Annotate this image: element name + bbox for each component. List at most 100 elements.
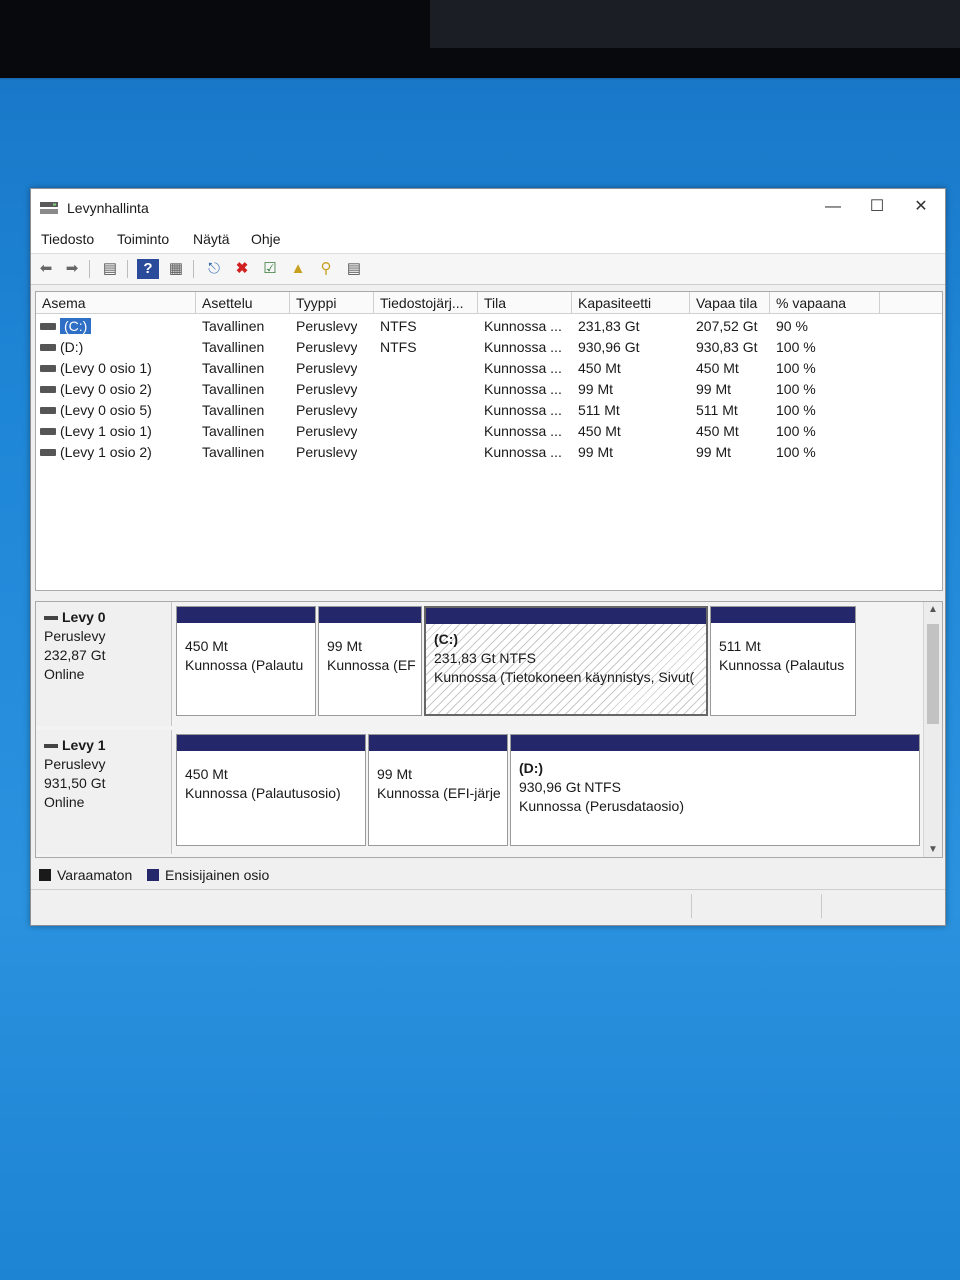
disk-type: Peruslevy: [44, 628, 106, 644]
disk-1-label[interactable]: Levy 1 Peruslevy 931,50 Gt Online: [36, 730, 172, 854]
column-header-tiedostojarjestelma[interactable]: Tiedostojärj...: [374, 292, 478, 314]
volume-row[interactable]: (Levy 0 osio 2) Tavallinen Peruslevy Kunnos…: [36, 379, 942, 400]
cell-asema: (C:): [60, 318, 92, 334]
menu-bar: Tiedosto Toiminto Näytä Ohje: [31, 225, 945, 254]
partition-levy-0-osio-2[interactable]: 99 Mt Kunnossa (EF: [318, 606, 422, 716]
disk-status: Online: [44, 794, 85, 810]
help-icon[interactable]: ?: [137, 259, 159, 279]
partition-status: Kunnossa (EF: [327, 657, 416, 673]
disk-type: Peruslevy: [44, 756, 106, 772]
cell-tila: Kunnossa ...: [484, 339, 562, 355]
legend-swatch-unallocated: [39, 869, 51, 881]
title-bar[interactable]: Levynhallinta — ☐ ✕: [31, 189, 945, 225]
partition-levy-1-osio-2[interactable]: 99 Mt Kunnossa (EFI-järje: [368, 734, 508, 846]
close-button[interactable]: ✕: [901, 193, 941, 221]
volume-row[interactable]: (C:) Tavallinen Peruslevy NTFS Kunnossa ... 2…: [36, 316, 942, 337]
disk-name: Levy 1: [62, 737, 106, 753]
cell-tila: Kunnossa ...: [484, 381, 562, 397]
back-arrow-icon[interactable]: ⬅: [35, 259, 57, 279]
volume-row[interactable]: (Levy 0 osio 5) Tavallinen Peruslevy Kunnos…: [36, 400, 942, 421]
cell-tyyppi: Peruslevy: [296, 318, 358, 334]
volume-row[interactable]: (D:) Tavallinen Peruslevy NTFS Kunnossa ... 9…: [36, 337, 942, 358]
forward-arrow-icon[interactable]: ➡: [61, 259, 83, 279]
search-folder-icon[interactable]: ⚲: [315, 259, 337, 279]
scroll-down-icon[interactable]: ▼: [924, 844, 942, 855]
partition-c-drive[interactable]: (C:) 231,83 Gt NTFS Kunnossa (Tietokoneen …: [424, 606, 708, 716]
partition-status: Kunnossa (Palautus: [719, 657, 845, 673]
status-divider: [691, 894, 692, 918]
menu-tiedosto[interactable]: Tiedosto: [41, 231, 94, 247]
drive-icon: [40, 407, 56, 414]
volume-row[interactable]: (Levy 1 osio 1) Tavallinen Peruslevy Kunnos…: [36, 421, 942, 442]
minimize-button[interactable]: —: [813, 193, 853, 221]
column-header-asema[interactable]: Asema: [36, 292, 196, 314]
drive-icon: [40, 323, 56, 330]
cell-vapaa: 930,83 Gt: [696, 339, 758, 355]
partition-levy-0-osio-5[interactable]: 511 Mt Kunnossa (Palautus: [710, 606, 856, 716]
cell-kapasiteetti: 99 Mt: [578, 381, 614, 397]
cell-asema: (Levy 0 osio 2): [60, 381, 152, 397]
volume-list: Asema Asettelu Tyyppi Tiedostojärj... Ti…: [35, 291, 943, 591]
cell-kapasiteetti: 930,96 Gt: [578, 339, 640, 355]
partition-size: 511 Mt: [719, 638, 761, 654]
scroll-up-icon[interactable]: ▲: [924, 604, 942, 615]
cell-vapaa: 99 Mt: [696, 444, 732, 460]
disk-status: Online: [44, 666, 85, 682]
cell-asema: (Levy 1 osio 1): [60, 423, 152, 439]
cell-prosentti: 100 %: [776, 339, 816, 355]
connect-icon[interactable]: ⎋: [203, 259, 225, 279]
properties-list-icon[interactable]: ▤: [99, 259, 121, 279]
partition-size: 930,96 Gt NTFS: [519, 779, 621, 795]
check-icon[interactable]: ☑: [259, 259, 281, 279]
disk-map-scrollbar[interactable]: ▲ ▼: [923, 602, 942, 857]
partition-label: (C:): [434, 631, 459, 647]
cell-tyyppi: Peruslevy: [296, 423, 358, 439]
maximize-button[interactable]: ☐: [857, 193, 897, 221]
drive-icon: [40, 428, 56, 435]
cell-prosentti: 100 %: [776, 381, 816, 397]
partition-levy-1-osio-1[interactable]: 450 Mt Kunnossa (Palautusosio): [176, 734, 366, 846]
scroll-thumb[interactable]: [927, 624, 939, 724]
partition-d-drive[interactable]: (D:) 930,96 Gt NTFS Kunnossa (Perusdataosi…: [510, 734, 920, 846]
cell-asema: (Levy 0 osio 5): [60, 402, 152, 418]
cell-tyyppi: Peruslevy: [296, 381, 358, 397]
cell-tyyppi: Peruslevy: [296, 339, 358, 355]
monitor-bezel: [0, 0, 960, 78]
disk-0-label[interactable]: Levy 0 Peruslevy 232,87 Gt Online: [36, 602, 172, 726]
cell-vapaa: 207,52 Gt: [696, 318, 758, 334]
column-header-vapaana[interactable]: % vapaana: [770, 292, 880, 314]
cell-kapasiteetti: 511 Mt: [578, 402, 620, 418]
legend-label-primary: Ensisijainen osio: [165, 867, 270, 883]
primary-partition-bar: [177, 735, 365, 751]
primary-partition-bar: [711, 607, 855, 623]
cell-asettelu: Tavallinen: [202, 402, 265, 418]
menu-nayta[interactable]: Näytä: [193, 231, 230, 247]
drive-icon: [40, 344, 56, 351]
legend-label-unallocated: Varaamaton: [57, 867, 133, 883]
cell-prosentti: 90 %: [776, 318, 808, 334]
view-icon[interactable]: ▦: [165, 259, 187, 279]
disk-name: Levy 0: [62, 609, 106, 625]
column-header-vapaa-tila[interactable]: Vapaa tila: [690, 292, 770, 314]
menu-toiminto[interactable]: Toiminto: [117, 231, 169, 247]
cell-tyyppi: Peruslevy: [296, 360, 358, 376]
window-title: Levynhallinta: [67, 200, 149, 216]
partition-levy-0-osio-1[interactable]: 450 Mt Kunnossa (Palautu: [176, 606, 316, 716]
cell-tila: Kunnossa ...: [484, 402, 562, 418]
disk-map: Levy 0 Peruslevy 232,87 Gt Online 450 Mt…: [35, 601, 943, 858]
cell-asettelu: Tavallinen: [202, 423, 265, 439]
volume-row[interactable]: (Levy 1 osio 2) Tavallinen Peruslevy Kunnos…: [36, 442, 942, 463]
column-header-asettelu[interactable]: Asettelu: [196, 292, 290, 314]
partition-status: Kunnossa (Palautusosio): [185, 785, 341, 801]
column-header-tyyppi[interactable]: Tyyppi: [290, 292, 374, 314]
toolbar-separator: [193, 260, 194, 278]
cell-vapaa: 450 Mt: [696, 423, 739, 439]
partition-status: Kunnossa (Tietokoneen käynnistys, Sivut(: [434, 669, 695, 685]
folder-up-icon[interactable]: ▲: [287, 259, 309, 279]
menu-ohje[interactable]: Ohje: [251, 231, 281, 247]
volume-row[interactable]: (Levy 0 osio 1) Tavallinen Peruslevy Kunnos…: [36, 358, 942, 379]
options-icon[interactable]: ▤: [343, 259, 365, 279]
column-header-kapasiteetti[interactable]: Kapasiteetti: [572, 292, 690, 314]
column-header-tila[interactable]: Tila: [478, 292, 572, 314]
delete-icon[interactable]: ✖: [231, 259, 253, 279]
